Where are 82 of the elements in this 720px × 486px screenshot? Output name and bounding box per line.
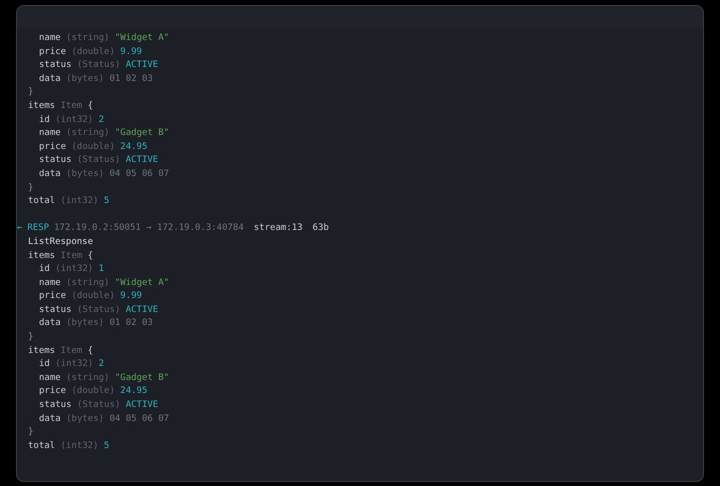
field-name: price xyxy=(39,46,66,57)
message-type: Item xyxy=(60,250,82,260)
field-name: name xyxy=(39,128,61,138)
field-type: (double) xyxy=(72,46,115,57)
field-value: 5 xyxy=(104,196,110,206)
field-name: status xyxy=(39,400,72,410)
field-type: (string) xyxy=(66,33,110,43)
brace-text: } xyxy=(28,87,34,98)
field-name: status xyxy=(39,60,72,70)
field-name: data xyxy=(39,318,61,328)
arrow-text: ← xyxy=(17,222,22,236)
field-name: status xyxy=(39,304,72,315)
field-name: name xyxy=(39,278,61,288)
field-name: price xyxy=(39,386,66,396)
field-type: (string) xyxy=(66,128,110,138)
field-type: (int32) xyxy=(55,359,94,370)
field-name: data xyxy=(39,414,61,424)
field-name: total xyxy=(28,440,56,451)
field-type: (double) xyxy=(72,386,115,396)
field-name: id xyxy=(39,114,50,125)
field-value: "Widget A" xyxy=(114,33,170,43)
field-value: ACTIVE xyxy=(126,60,158,70)
field-type: (int32) xyxy=(55,114,94,125)
field-name: total xyxy=(28,196,56,206)
field-type: (bytes) xyxy=(66,318,104,328)
field-value: 9.99 xyxy=(120,291,142,302)
field-type: (bytes) xyxy=(66,414,104,424)
field-type: (int32) xyxy=(55,264,94,274)
field-name: price xyxy=(39,291,66,302)
field-value: "Widget A" xyxy=(114,278,170,288)
brace-text: } xyxy=(28,182,34,193)
field-value: 2 xyxy=(98,114,104,125)
brace-text: } xyxy=(28,332,34,342)
field-name: id xyxy=(39,359,50,370)
field-type: (Status) xyxy=(76,60,120,70)
field-name: data xyxy=(39,168,61,179)
size-text: 63b xyxy=(312,222,329,236)
field-value: ACTIVE xyxy=(126,304,158,315)
field-name: items xyxy=(28,100,56,111)
field-type: (Status) xyxy=(76,304,120,315)
field-value: 24.95 xyxy=(120,386,148,396)
field-type: (Status) xyxy=(76,400,120,410)
message-type: Item xyxy=(60,346,82,356)
field-type: (int32) xyxy=(60,196,98,206)
field-name: name xyxy=(39,372,61,383)
field-name: name xyxy=(39,33,61,43)
field-name: price xyxy=(39,142,66,152)
field-value: 1 xyxy=(98,264,104,274)
field-value: 01 02 03 xyxy=(109,74,153,84)
field-value: ACTIVE xyxy=(126,400,158,410)
field-name: id xyxy=(39,264,50,274)
field-value: "Gadget B" xyxy=(114,372,170,383)
field-type: (double) xyxy=(72,142,115,152)
field-type: (bytes) xyxy=(66,74,104,84)
route-text: 172.19.0.2:50051 → 172.19.0.3:40784 xyxy=(54,222,244,236)
field-value: 01 02 03 xyxy=(109,318,153,328)
field-name: data xyxy=(39,74,61,84)
field-name: status xyxy=(39,155,72,166)
field-value: ACTIVE xyxy=(126,155,158,166)
field-value: 24.95 xyxy=(120,142,148,152)
brace-text: { xyxy=(88,100,94,111)
field-value: 04 05 06 07 xyxy=(109,168,170,179)
field-type: (int32) xyxy=(60,440,98,451)
field-name: items xyxy=(28,346,56,356)
field-type: (bytes) xyxy=(66,168,104,179)
field-type: (double) xyxy=(72,291,115,302)
field-type: (string) xyxy=(66,278,110,288)
brace-text: } xyxy=(28,427,34,438)
field-value: "Gadget B" xyxy=(114,128,170,138)
field-value: 9.99 xyxy=(120,46,142,57)
field-type: (string) xyxy=(66,372,110,383)
field-value: 2 xyxy=(98,359,104,370)
message-name: ListResponse xyxy=(28,236,94,247)
field-value: 5 xyxy=(104,440,110,451)
message-type: Item xyxy=(60,100,82,111)
field-type: (Status) xyxy=(76,155,120,166)
brace-text: { xyxy=(88,346,94,356)
stream-text: stream:13 xyxy=(254,222,303,236)
brace-text: { xyxy=(88,250,94,260)
field-value: 04 05 06 07 xyxy=(109,414,170,424)
field-name: items xyxy=(28,250,56,260)
resp-label: RESP xyxy=(27,222,50,236)
